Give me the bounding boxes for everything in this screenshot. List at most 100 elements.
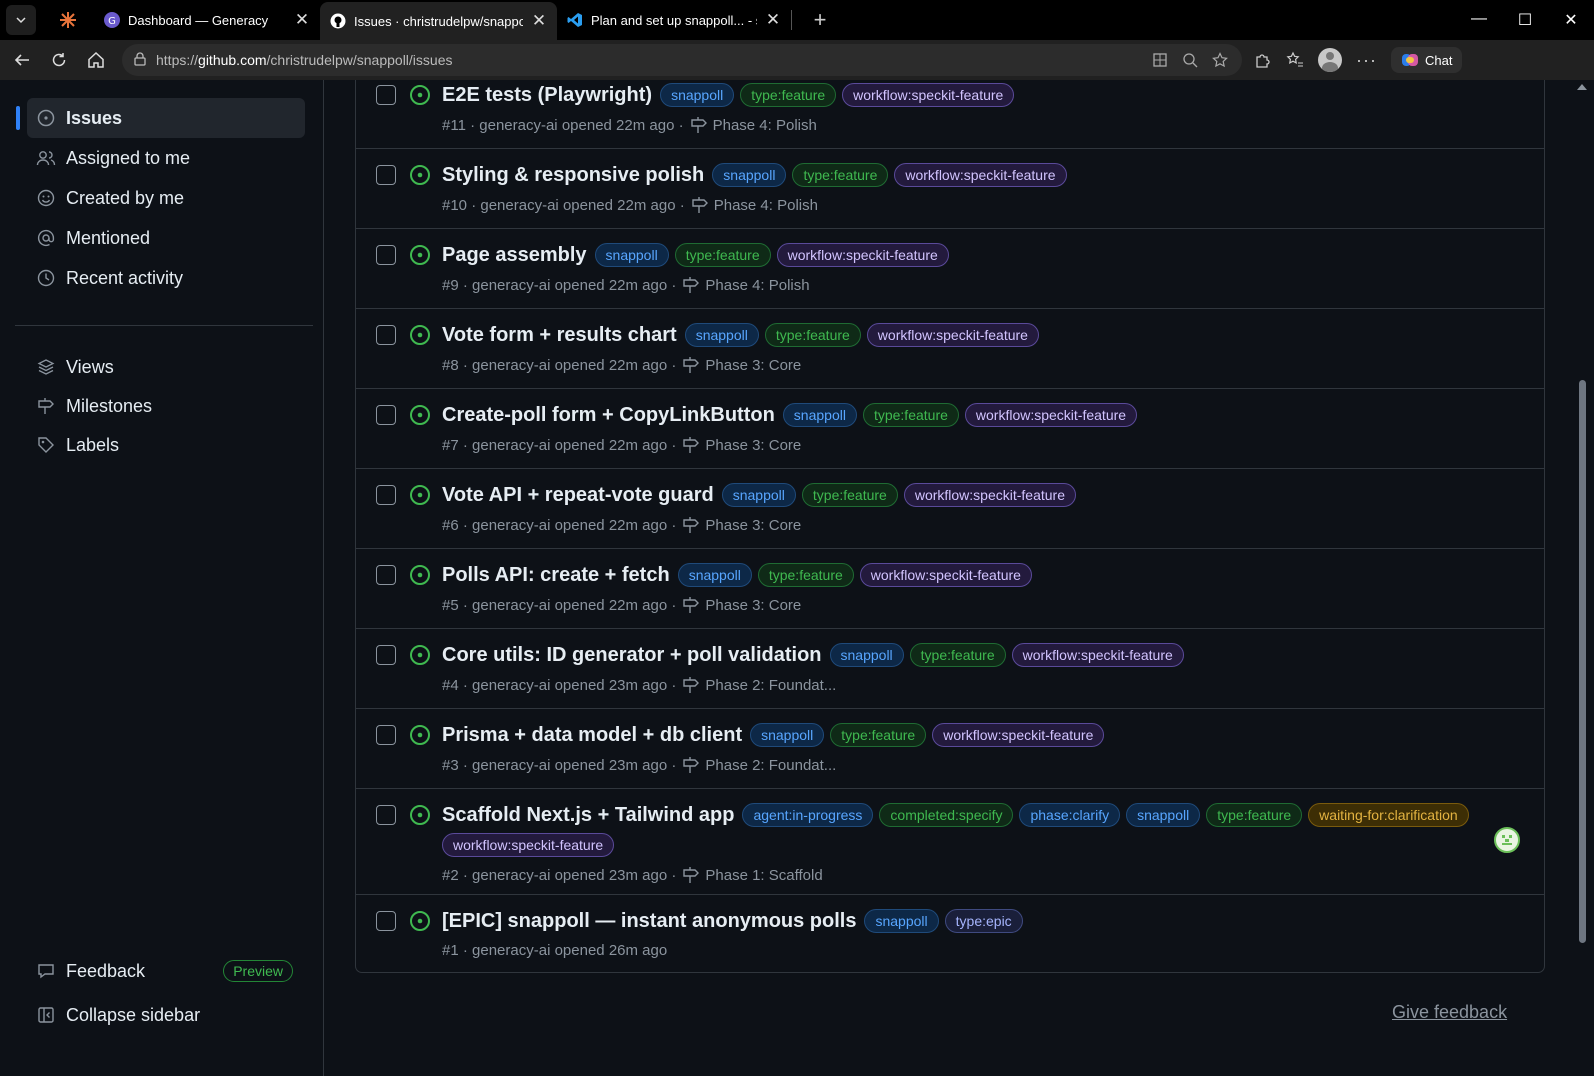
issue-label[interactable]: type:feature <box>674 243 771 267</box>
issue-label[interactable]: waiting-for:clarification <box>1308 803 1469 827</box>
issue-label[interactable]: agent:in-progress <box>742 803 874 827</box>
issue-row[interactable]: E2E tests (Playwright) snappoll type:featu… <box>356 80 1544 148</box>
tab-dashboard[interactable]: G Dashboard — Generacy ✕ <box>94 0 320 40</box>
maximize-icon[interactable]: ☐ <box>1502 10 1548 30</box>
issue-label[interactable]: snappoll <box>782 403 857 427</box>
issue-label[interactable]: snappoll <box>712 163 787 187</box>
page-scrollbar[interactable] <box>1570 80 1594 1076</box>
assignee-avatar[interactable] <box>1494 827 1520 853</box>
issue-label[interactable]: snappoll <box>750 723 825 747</box>
copilot-chat-button[interactable]: Chat <box>1390 47 1463 73</box>
sidebar-item-milestones[interactable]: Milestones <box>27 386 305 426</box>
tab-plan[interactable]: Plan and set up snappoll... - snappoll ✕ <box>557 0 791 40</box>
issue-row[interactable]: Vote form + results chart snappoll type:fe… <box>356 308 1544 388</box>
issue-label[interactable]: type:feature <box>862 403 959 427</box>
close-icon[interactable]: ✕ <box>531 11 547 31</box>
issue-label[interactable]: type:feature <box>830 723 927 747</box>
issue-checkbox[interactable] <box>376 165 396 185</box>
sidebar-item-views[interactable]: Views <box>27 347 305 387</box>
issue-label[interactable]: workflow:speckit-feature <box>964 403 1138 427</box>
issue-label[interactable]: snappoll <box>660 83 735 107</box>
issue-label[interactable]: type:feature <box>1206 803 1303 827</box>
issue-label[interactable]: type:epic <box>944 909 1023 933</box>
tab-actions-menu[interactable] <box>0 0 42 40</box>
profile-avatar[interactable] <box>1318 48 1342 72</box>
issue-title-link[interactable]: Vote API + repeat-vote guard <box>442 484 714 507</box>
issue-milestone[interactable]: Phase 3: Core <box>705 517 801 534</box>
issue-label[interactable]: snappoll <box>721 483 796 507</box>
new-tab-button[interactable]: + <box>802 7 838 33</box>
issue-label[interactable]: workflow:speckit-feature <box>842 83 1015 107</box>
issue-label[interactable]: snappoll <box>864 909 939 933</box>
issue-label[interactable]: snappoll <box>594 243 669 267</box>
issue-checkbox[interactable] <box>376 645 396 665</box>
issue-author[interactable]: generacy-ai <box>472 677 550 694</box>
issue-label[interactable]: type:feature <box>909 643 1006 667</box>
sidebar-item-recent[interactable]: Recent activity <box>27 258 305 298</box>
issue-title-link[interactable]: Core utils: ID generator + poll validati… <box>442 644 822 667</box>
issue-label[interactable]: type:feature <box>740 83 837 107</box>
issue-milestone[interactable]: Phase 3: Core <box>705 597 801 614</box>
issue-row[interactable]: Prisma + data model + db client snappoll t… <box>356 708 1544 788</box>
issue-milestone[interactable]: Phase 2: Foundat... <box>705 757 836 774</box>
issue-author[interactable]: generacy-ai <box>480 197 558 214</box>
issue-row[interactable]: Styling & responsive polish snappoll type:… <box>356 148 1544 228</box>
issue-author[interactable]: generacy-ai <box>479 117 557 134</box>
issue-milestone[interactable]: Phase 2: Foundat... <box>705 677 836 694</box>
issue-label[interactable]: phase:clarify <box>1019 803 1121 827</box>
issue-author[interactable]: generacy-ai <box>472 437 550 454</box>
issue-label[interactable]: type:feature <box>792 163 889 187</box>
sidebar-item-assigned[interactable]: Assigned to me <box>27 138 305 178</box>
minimize-icon[interactable]: — <box>1456 10 1502 30</box>
issue-milestone[interactable]: Phase 1: Scaffold <box>705 867 822 884</box>
issue-title-link[interactable]: Create-poll form + CopyLinkButton <box>442 404 775 427</box>
issue-author[interactable]: generacy-ai <box>472 517 550 534</box>
close-window-icon[interactable]: ✕ <box>1548 10 1594 30</box>
issue-author[interactable]: generacy-ai <box>472 597 550 614</box>
app-available-icon[interactable] <box>1152 52 1168 68</box>
sidebar-item-mentioned[interactable]: Mentioned <box>27 218 305 258</box>
issue-row[interactable]: Scaffold Next.js + Tailwind app agent:in-… <box>356 788 1544 894</box>
issue-label[interactable]: completed:specify <box>879 803 1014 827</box>
sidebar-feedback[interactable]: Feedback Preview <box>27 951 305 991</box>
issue-label[interactable]: type:feature <box>801 483 898 507</box>
issue-author[interactable]: generacy-ai <box>472 357 550 374</box>
issue-title-link[interactable]: Vote form + results chart <box>442 324 677 347</box>
favorite-star-icon[interactable] <box>1212 52 1228 68</box>
extensions-icon[interactable] <box>1254 51 1272 69</box>
home-icon[interactable] <box>78 42 114 78</box>
give-feedback-link[interactable]: Give feedback <box>1392 1002 1507 1023</box>
refresh-icon[interactable] <box>41 42 77 78</box>
issue-label[interactable]: workflow:speckit-feature <box>442 833 615 857</box>
issue-title-link[interactable]: Page assembly <box>442 244 587 267</box>
issue-row[interactable]: Core utils: ID generator + poll validati… <box>356 628 1544 708</box>
issue-label[interactable]: workflow:speckit-feature <box>859 563 1032 587</box>
sidebar-item-issues[interactable]: Issues <box>16 98 305 138</box>
favorites-icon[interactable] <box>1286 51 1304 69</box>
issue-label[interactable]: workflow:speckit-feature <box>932 723 1105 747</box>
issue-title-link[interactable]: [EPIC] snappoll — instant anonymous poll… <box>442 910 856 933</box>
sidebar-item-created[interactable]: Created by me <box>27 178 305 218</box>
issue-checkbox[interactable] <box>376 725 396 745</box>
issue-author[interactable]: generacy-ai <box>472 277 550 294</box>
issue-checkbox[interactable] <box>376 805 396 825</box>
pinned-tab[interactable] <box>42 0 94 40</box>
back-icon[interactable] <box>4 42 40 78</box>
close-icon[interactable]: ✕ <box>765 10 781 30</box>
issue-label[interactable]: workflow:speckit-feature <box>894 163 1067 187</box>
issue-author[interactable]: generacy-ai <box>472 757 550 774</box>
issue-label[interactable]: snappoll <box>829 643 904 667</box>
scrollbar-thumb[interactable] <box>1579 380 1586 943</box>
issue-checkbox[interactable] <box>376 565 396 585</box>
issue-checkbox[interactable] <box>376 325 396 345</box>
close-icon[interactable]: ✕ <box>294 10 310 30</box>
sidebar-item-labels[interactable]: Labels <box>27 425 305 465</box>
issue-label[interactable]: snappoll <box>684 323 759 347</box>
zoom-icon[interactable] <box>1182 52 1198 68</box>
issue-title-link[interactable]: Styling & responsive polish <box>442 164 704 187</box>
issue-checkbox[interactable] <box>376 485 396 505</box>
issue-label[interactable]: workflow:speckit-feature <box>903 483 1076 507</box>
issue-checkbox[interactable] <box>376 245 396 265</box>
issue-title-link[interactable]: Scaffold Next.js + Tailwind app <box>442 804 734 827</box>
issue-row[interactable]: Create-poll form + CopyLinkButton snappol… <box>356 388 1544 468</box>
